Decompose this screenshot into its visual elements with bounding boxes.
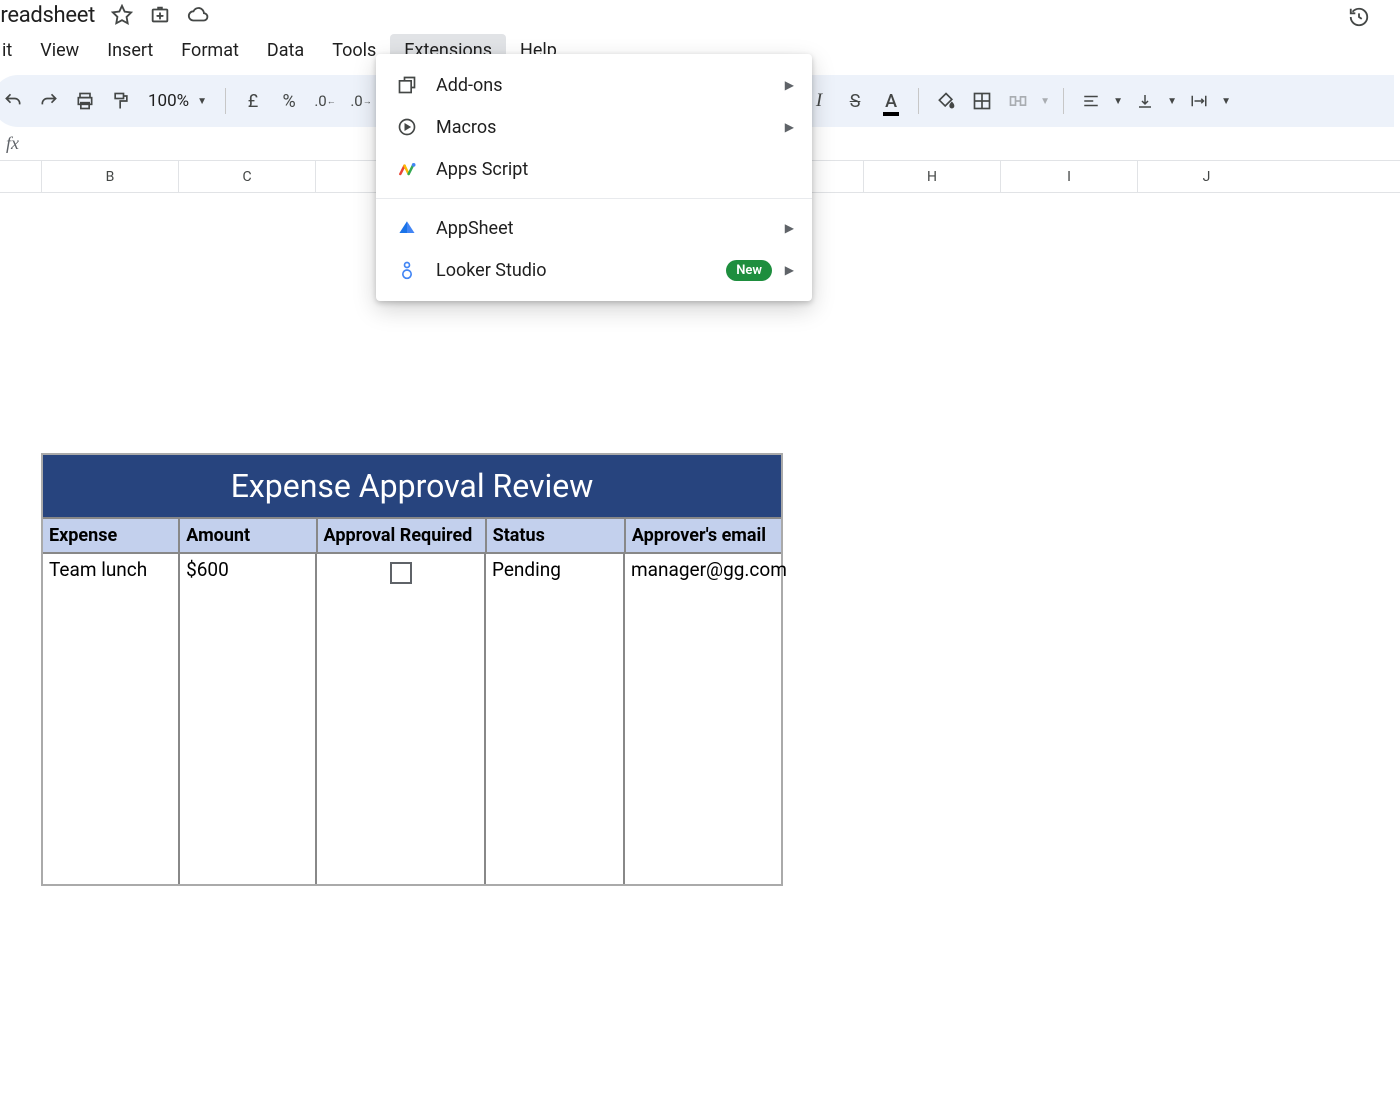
- cell-amount[interactable]: $600: [180, 554, 317, 884]
- separator: [918, 88, 919, 114]
- dropdown-appsheet[interactable]: AppSheet ▶: [376, 207, 812, 249]
- text-color-button[interactable]: A: [874, 84, 908, 118]
- cell-status[interactable]: Pending: [486, 554, 625, 884]
- cell-approver-email[interactable]: manager@gg.com: [625, 554, 781, 884]
- appsheet-icon: [396, 217, 418, 239]
- dropdown-addons[interactable]: Add-ons ▶: [376, 64, 812, 106]
- star-icon[interactable]: [111, 4, 133, 26]
- wrap-caret[interactable]: ▼: [1218, 84, 1234, 118]
- zoom-value: 100%: [148, 91, 189, 111]
- header-amount: Amount: [180, 519, 317, 552]
- separator: [225, 88, 226, 114]
- checkbox-icon[interactable]: [390, 562, 412, 584]
- col-header[interactable]: J: [1138, 161, 1275, 192]
- submenu-caret-icon: ▶: [785, 221, 794, 235]
- zoom-select[interactable]: 100% ▼: [140, 91, 215, 111]
- h-align-button[interactable]: [1074, 84, 1108, 118]
- wrap-button[interactable]: [1182, 84, 1216, 118]
- menu-data[interactable]: Data: [253, 34, 318, 67]
- currency-button[interactable]: £: [236, 84, 270, 118]
- submenu-caret-icon: ▶: [785, 78, 794, 92]
- approval-data-row: Team lunch $600 Pending manager@gg.com: [43, 554, 781, 884]
- header-expense: Expense: [43, 519, 180, 552]
- dropdown-macros[interactable]: Macros ▶: [376, 106, 812, 148]
- dropdown-looker-studio[interactable]: Looker Studio New ▶: [376, 249, 812, 291]
- cell-approval-required[interactable]: [317, 554, 486, 884]
- col-header[interactable]: C: [179, 161, 316, 192]
- redo-icon[interactable]: [32, 84, 66, 118]
- print-icon[interactable]: [68, 84, 102, 118]
- strikethrough-button[interactable]: S: [838, 84, 872, 118]
- increase-decimal-button[interactable]: .0→: [344, 84, 378, 118]
- apps-script-icon: [396, 158, 418, 180]
- move-icon[interactable]: [149, 4, 171, 26]
- separator: [1063, 88, 1064, 114]
- extensions-dropdown: Add-ons ▶ Macros ▶ Apps Script AppSheet …: [376, 54, 812, 301]
- sheet-area[interactable]: Expense Approval Review Expense Amount A…: [0, 193, 1400, 1093]
- dropdown-label: Macros: [436, 117, 496, 138]
- fx-icon: fx: [6, 133, 34, 154]
- h-align-caret[interactable]: ▼: [1110, 84, 1126, 118]
- dropdown-label: Add-ons: [436, 75, 503, 96]
- header-approval-required: Approval Required: [318, 519, 487, 552]
- paint-format-icon[interactable]: [104, 84, 138, 118]
- dropdown-apps-script[interactable]: Apps Script: [376, 148, 812, 190]
- menu-insert[interactable]: Insert: [93, 34, 167, 67]
- merge-caret[interactable]: ▼: [1037, 84, 1053, 118]
- dropdown-label: Apps Script: [436, 159, 528, 180]
- submenu-caret-icon: ▶: [785, 120, 794, 134]
- menu-view[interactable]: View: [26, 34, 93, 67]
- title-bar: d spreadsheet: [0, 0, 1400, 30]
- addons-icon: [396, 74, 418, 96]
- submenu-caret-icon: ▶: [785, 263, 794, 277]
- history-icon[interactable]: [1348, 6, 1370, 28]
- new-badge: New: [726, 260, 772, 281]
- percent-button[interactable]: %: [272, 84, 306, 118]
- header-approver-email: Approver's email: [626, 519, 781, 552]
- header-status: Status: [487, 519, 626, 552]
- doc-title[interactable]: d spreadsheet: [0, 3, 95, 28]
- col-header[interactable]: I: [1001, 161, 1138, 192]
- merge-button[interactable]: [1001, 84, 1035, 118]
- decrease-decimal-button[interactable]: .0←: [308, 84, 342, 118]
- v-align-button[interactable]: [1128, 84, 1162, 118]
- approval-header-row: Expense Amount Approval Required Status …: [43, 517, 781, 554]
- borders-button[interactable]: [965, 84, 999, 118]
- v-align-caret[interactable]: ▼: [1164, 84, 1180, 118]
- undo-icon[interactable]: [0, 84, 30, 118]
- menu-edit[interactable]: it: [0, 34, 26, 67]
- caret-down-icon: ▼: [197, 96, 207, 107]
- looker-icon: [396, 259, 418, 281]
- dropdown-separator: [376, 198, 812, 199]
- cell-expense[interactable]: Team lunch: [43, 554, 180, 884]
- dropdown-label: AppSheet: [436, 218, 514, 239]
- col-header[interactable]: B: [42, 161, 179, 192]
- select-all-corner[interactable]: [0, 161, 42, 192]
- fill-color-button[interactable]: [929, 84, 963, 118]
- approval-review-box: Expense Approval Review Expense Amount A…: [41, 453, 783, 886]
- col-header[interactable]: H: [864, 161, 1001, 192]
- approval-title: Expense Approval Review: [43, 455, 781, 517]
- dropdown-label: Looker Studio: [436, 260, 547, 281]
- cloud-icon[interactable]: [187, 4, 209, 26]
- menu-format[interactable]: Format: [167, 34, 253, 67]
- macros-icon: [396, 116, 418, 138]
